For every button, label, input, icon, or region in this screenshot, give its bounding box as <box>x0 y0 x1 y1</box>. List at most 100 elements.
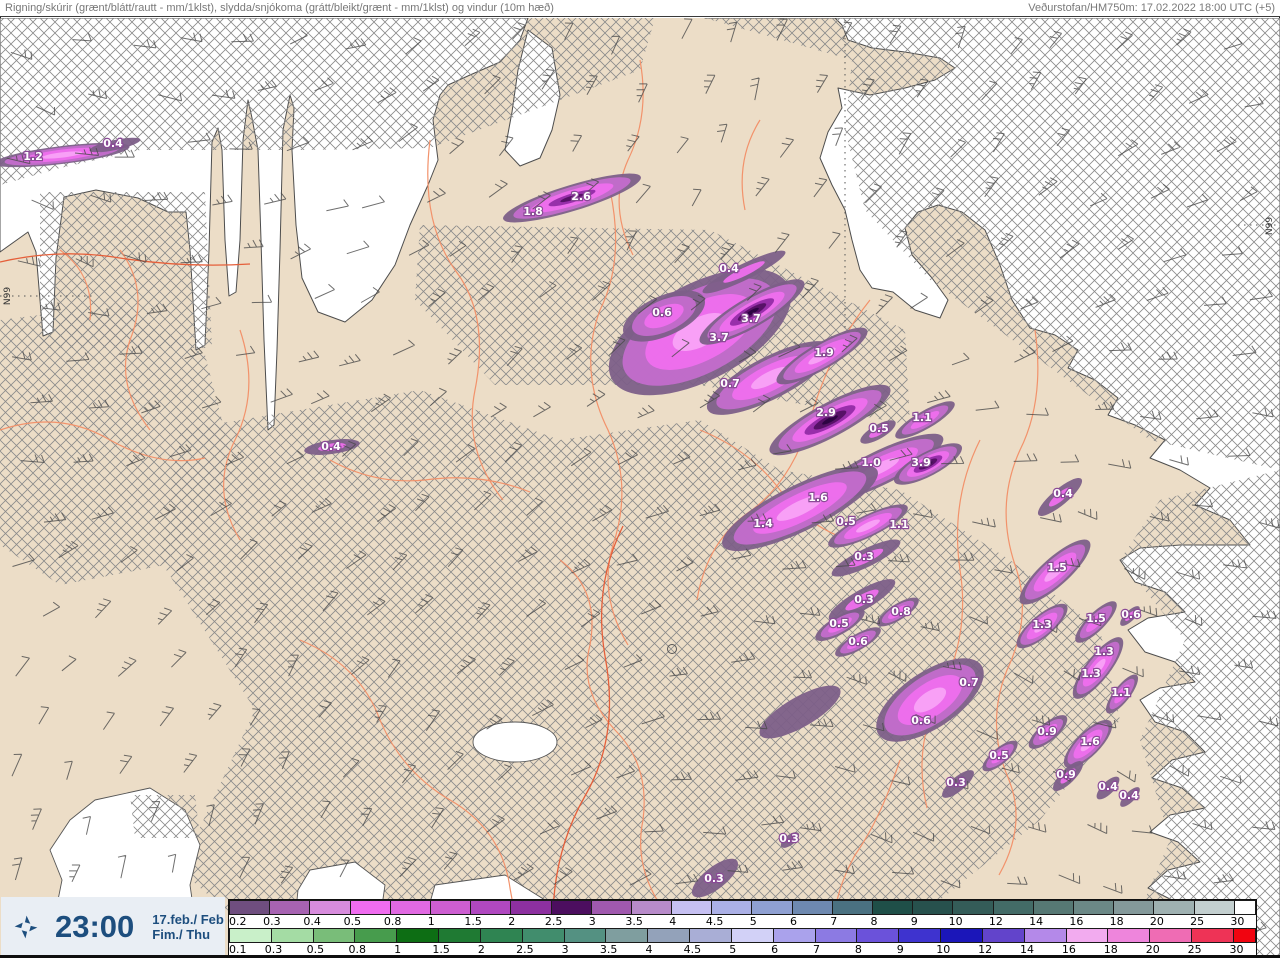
precipitation-value: 1.1 <box>912 411 932 424</box>
precipitation-value: 0.4 <box>1119 789 1139 802</box>
legend-swatch <box>1233 928 1257 943</box>
sleet-scale-swatches <box>229 900 1257 915</box>
sleet-scale-labels: 0.2 0.3 0.4 0.5 0.8 1 1.5 2 2.5 3 3.5 4 4.5 5 6 7 8 9 10 12… <box>229 915 1256 928</box>
legend-swatch <box>1108 928 1151 943</box>
map-canvas[interactable]: N99 N99 1.2 0.4 1.8 2.6 0.4 0.6 3.7 3.7 1.9 0.7 2.… <box>0 18 1280 958</box>
legend-swatch <box>953 900 994 915</box>
legend-swatch <box>712 900 753 915</box>
legend-swatch <box>648 928 691 943</box>
legend-tick-label: 9 <box>910 915 918 928</box>
precipitation-value: 1.2 <box>23 150 43 163</box>
legend-tick-label: 1.5 <box>464 915 482 928</box>
precipitation-value: 0.4 <box>1053 487 1073 500</box>
legend-swatch <box>832 900 873 915</box>
legend-swatch <box>631 900 673 915</box>
legend-tick: 0.8 <box>349 943 397 956</box>
legend-tick-label: 3 <box>588 915 596 928</box>
precipitation-value: 1.3 <box>1094 645 1114 658</box>
legend-tick: 10 <box>949 915 994 928</box>
legend-tick: 5 <box>729 943 774 956</box>
legend-tick-label: 2 <box>508 915 516 928</box>
legend-swatch <box>551 900 592 915</box>
legend-tick: 16 <box>1062 943 1109 956</box>
met-office-pinwheel-icon <box>14 915 38 938</box>
title-bar: Rigning/skúrir (grænt/blátt/rautt - mm/1… <box>0 0 1280 17</box>
legend-swatch <box>1150 928 1193 943</box>
precipitation-value: 1.1 <box>889 518 909 531</box>
legend-swatch <box>310 900 351 915</box>
legend-swatch <box>752 900 793 915</box>
legend-tick-label: 0.4 <box>303 915 321 928</box>
legend-tick-label: 30 <box>1230 915 1245 928</box>
legend-tick: 30 <box>1229 943 1256 956</box>
precipitation-value: 0.4 <box>103 137 123 150</box>
latitude-label-left: N99 <box>3 287 13 305</box>
legend-tick-label: 7 <box>830 915 838 928</box>
precipitation-value: 1.9 <box>814 346 834 359</box>
legend-swatch <box>1234 900 1257 915</box>
legend-tick: 3.5 <box>625 915 672 928</box>
legend-swatch <box>815 928 858 943</box>
legend-description: Rigning/skúrir (grænt/blátt/rautt - mm/1… <box>5 2 554 14</box>
legend-swatch <box>1073 900 1115 915</box>
legend-swatch <box>1194 900 1235 915</box>
latitude-label-right: N99 <box>1265 217 1275 235</box>
precipitation-value: 3.7 <box>709 331 729 344</box>
legend-tick-label: 10 <box>948 915 963 928</box>
legend-swatch <box>672 900 713 915</box>
legend-tick: 4.5 <box>706 915 752 928</box>
precipitation-value: 0.8 <box>891 605 911 618</box>
legend-swatch <box>591 900 632 915</box>
legend-swatch <box>913 900 954 915</box>
model-run-timestamp: Veðurstofan/HM750m: 17.02.2022 18:00 UTC… <box>1028 2 1275 14</box>
glacier-hatch-patch <box>130 795 200 838</box>
legend-tick: 5 <box>749 915 792 928</box>
legend-tick: 18 <box>1104 943 1151 956</box>
legend-tick-label: 5 <box>749 915 757 928</box>
legend-tick-label: 8 <box>870 915 878 928</box>
forecast-date-line1: 17.feb./ Feb <box>152 911 224 927</box>
legend-tick-label: 6 <box>790 915 798 928</box>
precipitation-value: 1.5 <box>1047 561 1067 574</box>
precipitation-value: 1.1 <box>1111 686 1131 699</box>
weather-forecast-viewer: Rigning/skúrir (grænt/blátt/rautt - mm/1… <box>0 0 1280 958</box>
legend-tick-label: 2.5 <box>544 915 563 928</box>
forecast-date-line2: Fim./ Thu <box>152 926 211 942</box>
forecast-date: 17.feb./ Feb Fim./ Thu <box>152 912 224 942</box>
precipitation-value: 0.6 <box>1121 608 1141 621</box>
precipitation-value: 2.6 <box>571 190 591 203</box>
legend-swatch <box>873 900 914 915</box>
legend-tick-label: 0.2 <box>229 915 247 928</box>
legend-tick-label: 0.5 <box>343 915 362 928</box>
precipitation-value: 1.4 <box>753 517 773 530</box>
legend-tick: 14 <box>1020 943 1067 956</box>
legend-swatch <box>731 928 774 943</box>
forecast-time: 23:00 <box>55 908 135 944</box>
legend-tick: 25 <box>1190 915 1235 928</box>
legend-swatch <box>522 928 565 943</box>
legend-tick-label: 18 <box>1109 915 1124 928</box>
precipitation-value: 3.7 <box>741 312 761 325</box>
legend-swatch <box>941 928 983 943</box>
legend-tick: 10 <box>936 943 983 956</box>
legend-tick: 6 <box>790 915 833 928</box>
legend-swatch <box>1192 928 1234 943</box>
legend-swatch <box>480 928 523 943</box>
precipitation-value: 0.6 <box>911 714 931 727</box>
rain-scale-swatches <box>229 928 1257 943</box>
precipitation-value: 0.3 <box>704 872 724 885</box>
legend-swatch <box>397 928 440 943</box>
legend-tick: 12 <box>978 943 1025 956</box>
precipitation-value: 0.3 <box>854 550 874 563</box>
precipitation-value: 0.4 <box>1098 780 1118 793</box>
precipitation-value: 0.7 <box>959 676 979 689</box>
legend-swatch <box>270 900 311 915</box>
legend-tick: 9 <box>910 915 953 928</box>
precipitation-value: 0.3 <box>946 776 966 789</box>
precipitation-value: 0.7 <box>720 377 740 390</box>
legend-tick-label: 4.5 <box>705 915 724 928</box>
legend-swatch <box>1024 928 1067 943</box>
legend-swatch <box>471 900 512 915</box>
legend-swatch <box>993 900 1034 915</box>
legend-swatch <box>229 928 272 943</box>
